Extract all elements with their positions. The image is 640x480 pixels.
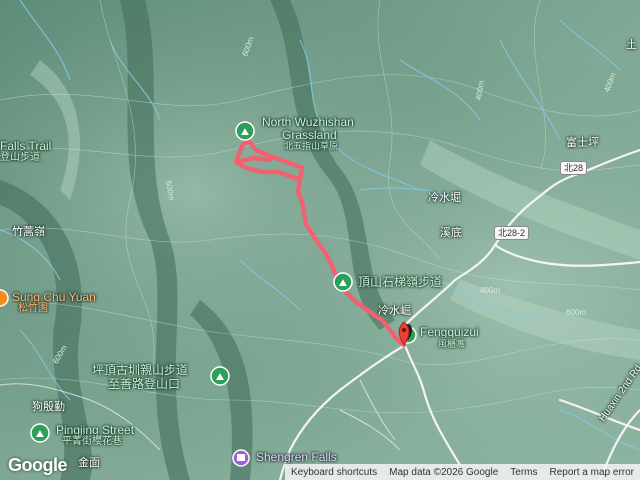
poi-shengren-falls-pin[interactable] — [232, 449, 250, 467]
contour-label: 600m — [566, 308, 587, 317]
poi-north-wuzhishan-label[interactable]: North Wuzhishan — [262, 116, 354, 129]
place-zhuxiangling: 竹蒿嶺 — [12, 226, 45, 238]
poi-shengren-falls-label[interactable]: Shengren Falls — [256, 451, 337, 464]
poi-pingding-label-1[interactable]: 坪頂古圳親山步道 — [92, 364, 188, 377]
place-xidi: 溪底 — [440, 227, 462, 239]
place-gouyinqin: 狗殷勤 — [32, 401, 65, 413]
contour-label: 400m — [480, 286, 501, 295]
poi-pingjing-cn-label: 平菁街櫻花巷 — [62, 436, 122, 447]
place-corner-char: 土 — [626, 39, 637, 51]
map-canvas[interactable]: ⛰ ⛰ ⛰ ⛰ — [0, 0, 640, 480]
poi-sung-chu-yuan-cn-label: 松竹園 — [18, 303, 48, 314]
place-lengshuikeng-top: 冷水堀 — [428, 192, 461, 204]
place-jinmian: 金面 — [78, 457, 100, 469]
poi-sung-chu-yuan-label[interactable]: Sung Chu Yuan — [12, 291, 96, 304]
keyboard-shortcuts-link[interactable]: Keyboard shortcuts — [285, 467, 383, 478]
poi-falls-trail-label[interactable]: Falls Trail — [0, 140, 51, 153]
place-fujiping: 富士坪 — [566, 137, 599, 149]
poi-dingshan-label[interactable]: 頂山石梯嶺步道 — [358, 276, 442, 289]
poi-pingjing-label[interactable]: Pingjing Street — [56, 424, 134, 437]
poi-fengquizui-label[interactable]: Fengquizui — [420, 326, 479, 339]
poi-fengquizui-cn-label: 風櫃嘴 — [438, 339, 466, 349]
poi-grassland-cn-label: 北五指山草原 — [284, 141, 339, 151]
poi-pingding-label-2[interactable]: 至善路登山口 — [108, 378, 180, 391]
poi-dingshan-pin[interactable]: ⛰ — [333, 272, 353, 292]
svg-text:⛰: ⛰ — [216, 372, 225, 383]
terms-link[interactable]: Terms — [504, 467, 543, 478]
poi-north-wuzhishan-pin[interactable]: ⛰ — [235, 121, 255, 141]
report-map-error-link[interactable]: Report a map error — [544, 467, 640, 478]
poi-pingding-pin[interactable]: ⛰ — [210, 366, 230, 386]
map-data-attribution: Map data ©2026 Google — [389, 466, 499, 478]
google-logo[interactable]: Google — [8, 455, 68, 476]
svg-text:⛰: ⛰ — [241, 127, 250, 138]
road-badge-bei28-2: 北28-2 — [494, 226, 530, 240]
road-badge-bei28: 北28 — [560, 161, 588, 175]
place-lengshuikeng-mid: 冷水崛 — [378, 305, 411, 317]
poi-falls-trail-cn-label: 登山步道 — [0, 152, 40, 163]
svg-text:⛰: ⛰ — [339, 278, 348, 289]
poi-pingjing-pin[interactable]: ⛰ — [30, 423, 50, 443]
svg-text:⛰: ⛰ — [36, 429, 45, 440]
poi-grassland-label[interactable]: Grassland — [282, 129, 337, 142]
map-footer: Keyboard shortcuts Map data ©2026 Google… — [284, 464, 640, 480]
